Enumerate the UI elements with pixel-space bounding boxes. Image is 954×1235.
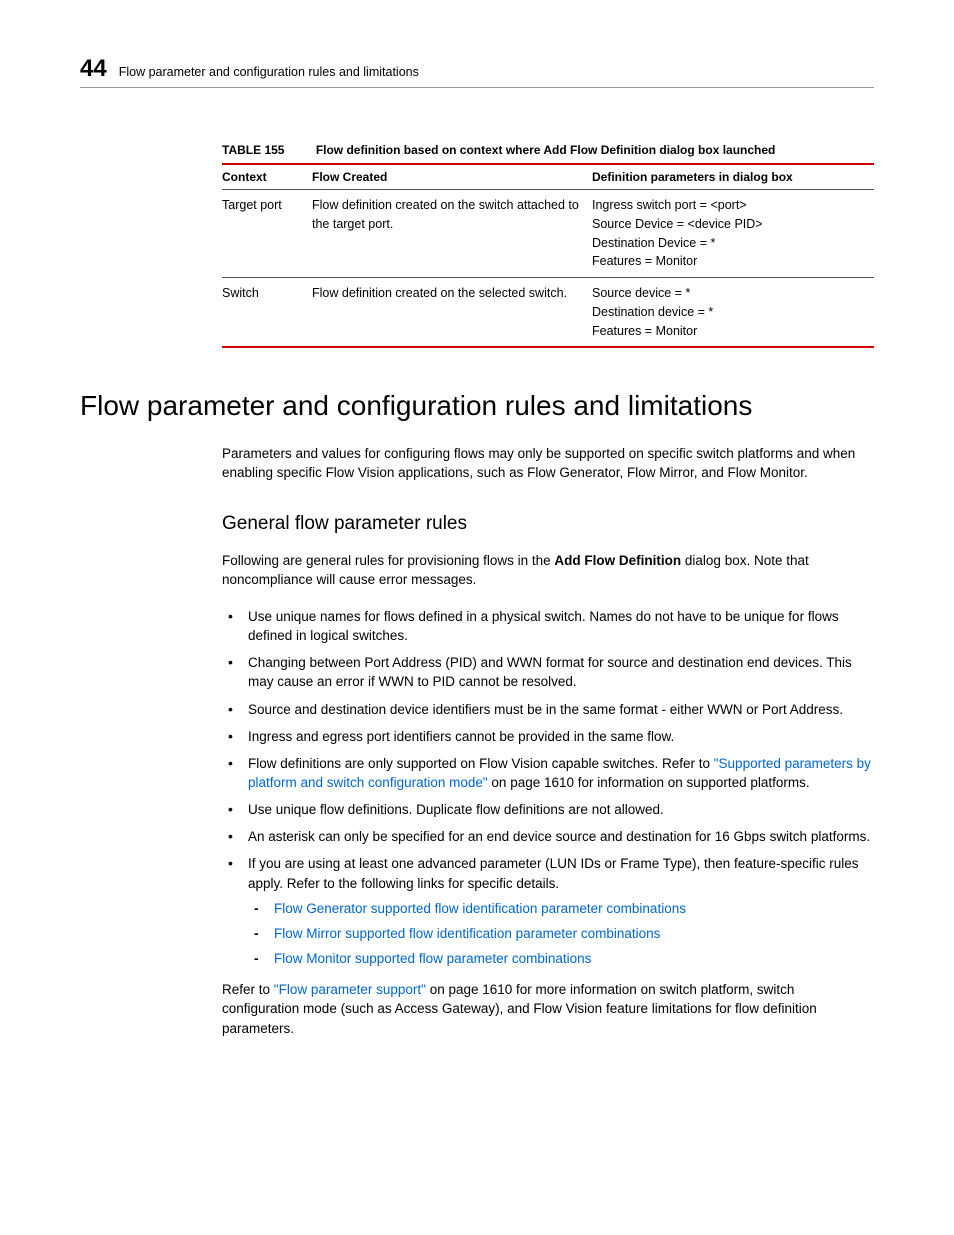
- sub-intro-paragraph: Following are general rules for provisio…: [222, 551, 874, 589]
- cell-params: Ingress switch port = <port> Source Devi…: [592, 190, 874, 278]
- cell-context: Switch: [222, 278, 312, 348]
- table-header-row: Context Flow Created Definition paramete…: [222, 164, 874, 190]
- table-row: Target port Flow definition created on t…: [222, 190, 874, 278]
- intro-paragraph: Parameters and values for configuring fl…: [222, 444, 874, 482]
- cell-context: Target port: [222, 190, 312, 278]
- table-label: TABLE 155: [222, 143, 284, 157]
- list-item: Source and destination device identifier…: [222, 700, 874, 719]
- flow-parameter-support-link[interactable]: "Flow parameter support": [274, 982, 426, 997]
- list-item: Flow Mirror supported flow identificatio…: [248, 924, 874, 943]
- page-number: 44: [80, 55, 107, 83]
- cell-flow-created: Flow definition created on the switch at…: [312, 190, 592, 278]
- bullet-list: Use unique names for flows defined in a …: [222, 607, 874, 968]
- table-header-context: Context: [222, 164, 312, 190]
- table-caption: TABLE 155 Flow definition based on conte…: [222, 143, 874, 157]
- sub-section-title: General flow parameter rules: [222, 513, 874, 535]
- sub-bullet-list: Flow Generator supported flow identifica…: [248, 899, 874, 968]
- list-item: Flow Monitor supported flow parameter co…: [248, 949, 874, 968]
- flow-generator-link[interactable]: Flow Generator supported flow identifica…: [274, 901, 686, 916]
- table-header-flow-created: Flow Created: [312, 164, 592, 190]
- flow-mirror-link[interactable]: Flow Mirror supported flow identificatio…: [274, 926, 660, 941]
- flow-monitor-link[interactable]: Flow Monitor supported flow parameter co…: [274, 951, 591, 966]
- list-item: If you are using at least one advanced p…: [222, 854, 874, 968]
- flow-definition-table: Context Flow Created Definition paramete…: [222, 163, 874, 348]
- list-item: An asterisk can only be specified for an…: [222, 827, 874, 846]
- page-header: 44 Flow parameter and configuration rule…: [80, 55, 874, 88]
- section-title: Flow parameter and configuration rules a…: [80, 390, 874, 422]
- list-item: Use unique flow definitions. Duplicate f…: [222, 800, 874, 819]
- table-row: Switch Flow definition created on the se…: [222, 278, 874, 348]
- cell-flow-created: Flow definition created on the selected …: [312, 278, 592, 348]
- table-caption-text: Flow definition based on context where A…: [316, 143, 776, 157]
- list-item: Changing between Port Address (PID) and …: [222, 653, 874, 691]
- outro-paragraph: Refer to "Flow parameter support" on pag…: [222, 980, 874, 1037]
- list-item: Use unique names for flows defined in a …: [222, 607, 874, 645]
- list-item: Ingress and egress port identifiers cann…: [222, 727, 874, 746]
- cell-params: Source device = * Destination device = *…: [592, 278, 874, 348]
- table-header-params: Definition parameters in dialog box: [592, 164, 874, 190]
- list-item: Flow definitions are only supported on F…: [222, 754, 874, 792]
- list-item: Flow Generator supported flow identifica…: [248, 899, 874, 918]
- dialog-name-bold: Add Flow Definition: [554, 553, 681, 568]
- running-title: Flow parameter and configuration rules a…: [119, 65, 419, 79]
